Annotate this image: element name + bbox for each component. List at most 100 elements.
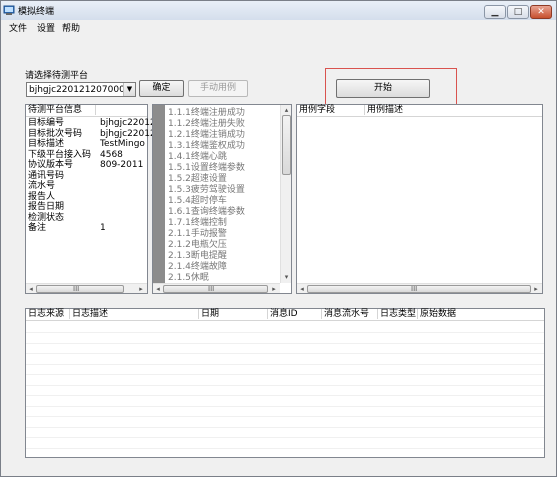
scroll-right-icon[interactable]: ▸ [137,285,145,293]
start-button[interactable]: 开始 [336,79,430,98]
maximize-button[interactable]: □ [507,5,529,19]
tree-hscroll-thumb[interactable]: III [163,285,268,293]
info-header-cell: 待测平台信息 [26,105,96,115]
log-table-row[interactable] [26,438,544,449]
info-key: 报告日期 [28,202,65,212]
info-row[interactable]: 目标编号 bjhgjc22012 [26,118,156,128]
scroll-up-icon[interactable]: ▴ [282,106,291,114]
log-table-row[interactable] [26,343,544,354]
case-tree-item[interactable]: 2.1.2电瓶欠压 [168,240,227,251]
case-tree-item[interactable]: 1.1.1终端注册成功 [168,108,245,119]
case-tree-item[interactable]: 1.5.3疲劳驾驶设置 [168,185,245,196]
case-tree-item[interactable]: 2.1.5休眠 [168,273,209,281]
title-bar [1,1,556,20]
menu-file[interactable]: 文件 [9,21,27,34]
log-table-row[interactable] [26,427,544,438]
info-row[interactable]: 备注 1 [26,223,147,233]
info-row[interactable]: 报告人 [26,192,147,202]
log-table-row[interactable] [26,354,544,365]
log-table-row[interactable] [26,322,544,333]
case-tree-item[interactable]: 1.5.2超速设置 [168,174,227,185]
case-tree-item[interactable]: 1.6.1查询终端参数 [168,207,245,218]
log-table-row[interactable] [26,364,544,375]
tree-vscrollbar[interactable]: ▴ ▾ [280,105,291,283]
info-hscrollbar[interactable]: ◂ III ▸ [26,283,147,293]
case-tree-item[interactable]: 1.7.1终端控制 [168,218,227,229]
info-key: 通讯号码 [28,170,65,181]
scroll-left-icon[interactable]: ◂ [298,285,306,293]
case-tree-item[interactable]: 1.5.4超时停车 [168,196,227,207]
info-key: 备注 [28,223,47,233]
info-row[interactable]: 通讯号码 [26,171,147,181]
scroll-left-icon[interactable]: ◂ [27,285,35,293]
menu-bar [1,20,556,34]
tree-gutter [153,105,165,283]
case-tree-item[interactable]: 2.1.3断电提醒 [168,251,227,262]
menu-help[interactable]: 帮助 [62,21,80,34]
info-hscroll-thumb[interactable]: III [36,285,124,293]
scroll-left-icon[interactable]: ◂ [154,285,162,293]
info-key: 下级平台接入码 [28,149,92,160]
case-tree-item[interactable]: 2.1.4终端故障 [168,262,227,273]
col-case-field[interactable]: 用例字段 [297,105,365,115]
info-value: TestMingo [100,139,145,149]
minimize-button[interactable]: ▁ [484,5,506,19]
menu-settings[interactable]: 设置 [37,21,55,34]
platform-select-value: bjhgjc2201212070002 [29,85,131,95]
info-row[interactable]: 流水号 [26,181,147,191]
log-table-row[interactable] [26,448,544,459]
scroll-right-icon[interactable]: ▸ [532,285,540,293]
info-key: 流水号 [28,181,56,191]
log-table-row[interactable] [26,385,544,396]
log-table-row[interactable] [26,333,544,344]
case-tree-list: 1.1.1终端注册成功 1.1.2终端注册失败 1.2.1终端注销成功 1.3.1终端… [168,105,278,281]
case-tree-item[interactable]: 2.1.1手动报警 [168,229,227,240]
case-tree-panel: 1.1.1终端注册成功 1.1.2终端注册失败 1.2.1终端注销成功 1.3.1终端… [152,104,292,294]
chevron-down-icon[interactable]: ▼ [123,83,135,96]
col-message-id[interactable]: 消息ID [268,309,322,319]
grip-icon: III [411,285,418,293]
close-button[interactable]: ✕ [530,5,552,19]
log-table-body [26,322,544,459]
info-row[interactable]: 协议版本号 809-2011 [26,160,147,170]
info-key: 目标编号 [28,118,65,128]
tree-vscroll-thumb[interactable] [282,115,291,175]
col-log-type[interactable]: 日志类型 [378,309,418,319]
confirm-button[interactable]: 确定 [139,80,184,97]
info-value: 4568 [100,149,123,160]
col-log-source[interactable]: 日志来源 [26,309,70,319]
manual-case-button[interactable]: 手动用例 [188,80,248,97]
log-table-row[interactable] [26,417,544,428]
case-tree-item[interactable]: 1.1.2终端注册失败 [168,119,245,130]
log-table-row[interactable] [26,375,544,386]
info-table-body: 目标编号 bjhgjc22012 目标批次号码 bjhgjc22012 目标描述 Test… [26,118,156,278]
detail-hscroll-thumb[interactable]: III [307,285,531,293]
case-tree-item[interactable]: 1.4.1终端心跳 [168,152,227,163]
platform-info-panel: 待测平台信息 目标编号 bjhgjc22012 目标批次号码 bjhgjc22012 目… [25,104,156,294]
info-row[interactable]: 检测状态 [26,213,147,223]
case-tree-item[interactable]: 1.5.1设置终端参数 [168,163,245,174]
info-table-header: 待测平台信息 [26,105,147,117]
case-tree-item[interactable]: 1.2.1终端注销成功 [168,130,245,141]
col-case-desc[interactable]: 用例描述 [365,105,542,115]
platform-select[interactable]: bjhgjc2201212070002 ▼ [26,82,136,97]
log-table-row[interactable] [26,396,544,407]
col-raw-data[interactable]: 原始数据 [418,309,544,319]
case-detail-header: 用例字段 用例描述 [297,105,542,117]
info-header-blank [96,105,147,115]
info-value: 1 [100,223,106,233]
log-table-row[interactable] [26,406,544,417]
col-message-serial[interactable]: 消息流水号 [322,309,378,319]
window-title: 模拟终端 [18,7,55,17]
info-row[interactable]: 报告日期 [26,202,147,212]
info-row[interactable]: 目标批次号码 bjhgjc22012 [26,129,156,139]
scroll-right-icon[interactable]: ▸ [270,285,278,293]
tree-hscrollbar[interactable]: ◂ III ▸ [153,283,280,293]
info-row[interactable]: 下级平台接入码 4568 [26,150,147,160]
col-log-desc[interactable]: 日志描述 [70,309,199,319]
case-tree-item[interactable]: 1.3.1终端鉴权成功 [168,141,245,152]
scroll-down-icon[interactable]: ▾ [282,273,291,281]
col-log-date[interactable]: 日期 [199,309,268,319]
info-row[interactable]: 目标描述 TestMingo [26,139,147,149]
detail-hscrollbar[interactable]: ◂ III ▸ [297,283,542,293]
